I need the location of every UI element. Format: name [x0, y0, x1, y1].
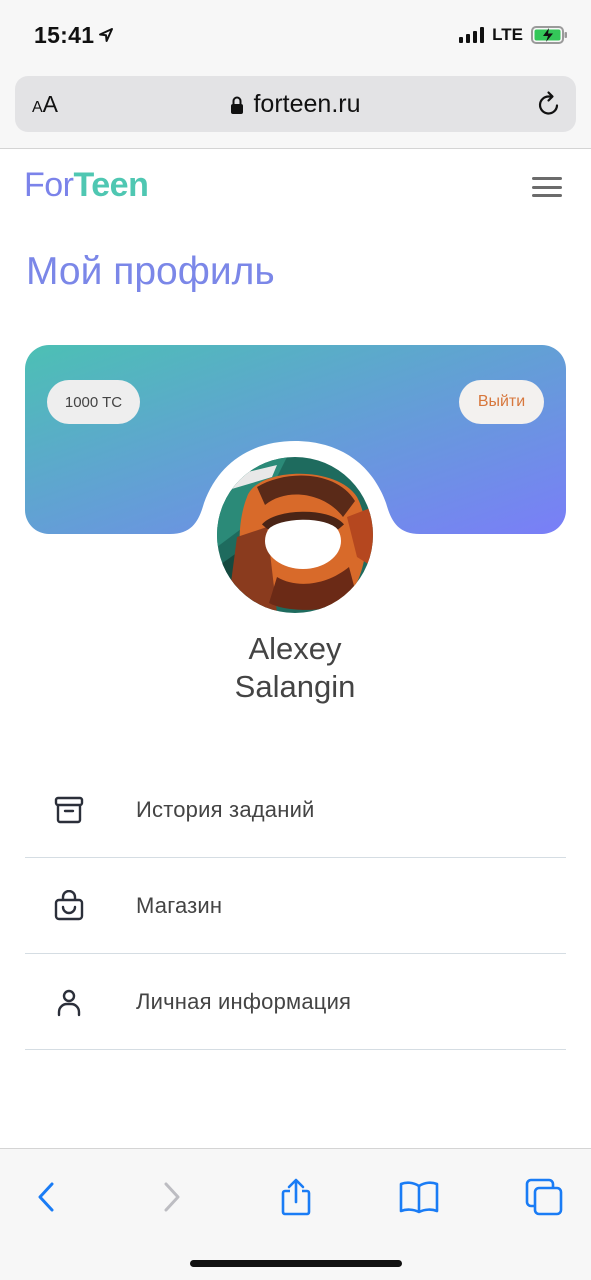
location-arrow-icon: [99, 28, 113, 42]
forteen-logo[interactable]: ForTeen: [24, 166, 149, 205]
logout-button[interactable]: Выйти: [459, 380, 544, 424]
share-icon: [281, 1178, 311, 1216]
hamburger-menu-icon[interactable]: [532, 177, 562, 197]
share-button[interactable]: [274, 1175, 318, 1219]
page-title: Мой профиль: [26, 250, 275, 293]
menu-item-label: История заданий: [136, 797, 315, 822]
user-first-name: Alexey: [248, 631, 342, 666]
tabs-icon: [525, 1178, 563, 1216]
user-full-name: Alexey Salangin: [145, 630, 445, 706]
tabs-button[interactable]: [522, 1175, 566, 1219]
bookmarks-button[interactable]: [397, 1175, 441, 1219]
avatar-image: [217, 457, 373, 613]
menu-item-label: Личная информация: [136, 989, 352, 1014]
book-icon: [399, 1181, 439, 1214]
menu-item-personal-info[interactable]: Личная информация: [25, 954, 566, 1050]
chevron-right-icon: [164, 1182, 180, 1212]
address-bar[interactable]: AA forteen.ru: [15, 76, 576, 132]
battery-charging-icon: [531, 26, 567, 44]
home-indicator[interactable]: [190, 1260, 402, 1267]
menu-item-task-history[interactable]: История заданий: [25, 762, 566, 858]
balance-badge: 1000 TC: [47, 380, 140, 424]
status-bar: 15:41 LTE: [0, 0, 591, 70]
url-display[interactable]: forteen.ru: [15, 90, 576, 119]
site-header: ForTeen: [0, 150, 591, 222]
menu-item-shop[interactable]: Магазин: [25, 858, 566, 954]
chevron-left-icon: [38, 1182, 54, 1212]
reload-icon[interactable]: [536, 90, 562, 118]
browser-address-area: AA forteen.ru: [0, 70, 591, 149]
back-button[interactable]: [24, 1175, 68, 1219]
profile-menu: История заданий Магазин Личная информаци…: [25, 762, 566, 1050]
status-time: 15:41: [34, 22, 95, 48]
user-icon: [57, 989, 81, 1017]
cellular-signal-icon: [459, 27, 485, 43]
status-indicators: LTE: [459, 25, 569, 45]
archive-icon: [54, 796, 84, 824]
forward-button[interactable]: [150, 1175, 194, 1219]
network-type: LTE: [492, 25, 523, 44]
url-text: forteen.ru: [253, 90, 361, 118]
user-last-name: Salangin: [234, 669, 356, 704]
lock-icon: [231, 96, 244, 114]
shopping-bag-icon: [54, 890, 84, 921]
avatar[interactable]: [217, 457, 373, 613]
menu-item-label: Магазин: [136, 893, 223, 918]
